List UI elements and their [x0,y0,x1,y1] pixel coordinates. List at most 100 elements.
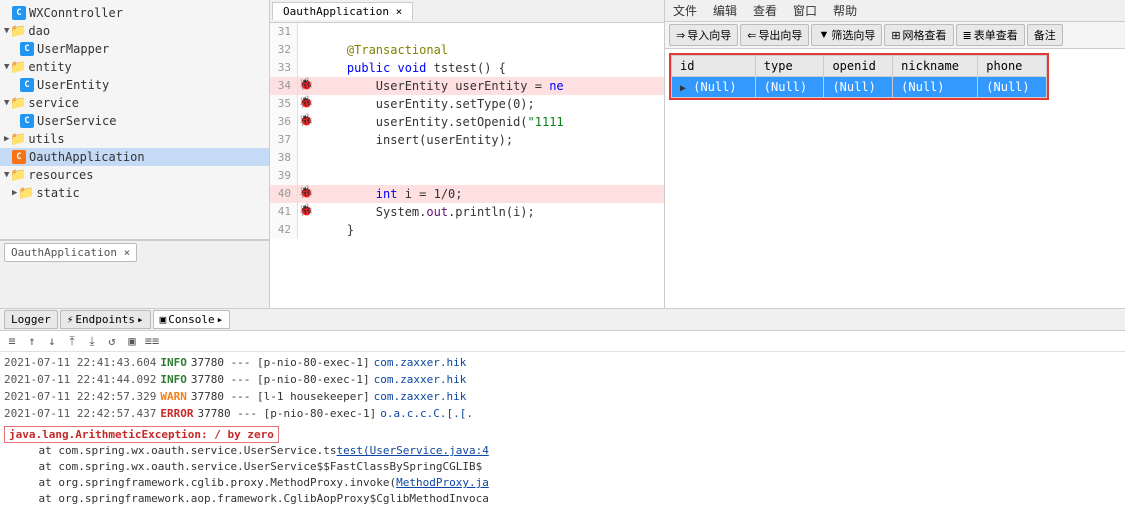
folder-icon: 📁 [11,132,25,146]
tree-item-static[interactable]: ▶ 📁 static [0,184,269,202]
code-line: 31 [270,23,664,41]
file-tree-footer: OauthApplication × [0,240,269,308]
tree-item-dao[interactable]: ▼ 📁 dao [0,22,269,40]
menu-view[interactable]: 查看 [753,2,777,19]
code-line: 37 insert(userEntity); [270,131,664,149]
col-header-openid: openid [824,56,893,77]
arrow-icon: ▶ [12,188,17,198]
log-line: 2021-07-11 22:41:43.604 INFO 37780 --- [… [4,354,1121,371]
tree-label: UserService [37,114,116,128]
class-icon: C [20,114,34,128]
grid-view-button[interactable]: ⊞ 网格查看 [884,24,953,46]
bug-marker-icon: 🐞 [299,95,314,109]
exception-main: java.lang.ArithmeticException: / by zero [4,426,279,443]
tree-item-utils[interactable]: ▶ 📁 utils [0,130,269,148]
menu-window[interactable]: 窗口 [793,2,817,19]
exception-link-2[interactable]: MethodProxy.ja [396,476,489,489]
exception-line: at com.spring.wx.oauth.service.UserServi… [4,443,1121,459]
code-line: 35 🐞 userEntity.setType(0); [270,95,664,113]
console-tab-logger[interactable]: Logger [4,310,58,329]
bug-marker-icon: 🐞 [299,185,314,199]
tree-item-resources[interactable]: ▼ 📁 resources [0,166,269,184]
db-menu-bar: 文件 编辑 查看 窗口 帮助 [665,0,1125,22]
db-table-wrapper: id type openid nickname phone ▶ (Null) (… [669,53,1049,100]
tree-label: UserMapper [37,42,109,56]
tree-item-user-service[interactable]: C UserService [0,112,269,130]
tree-label: service [28,96,79,110]
log-line: 2021-07-11 22:41:44.092 INFO 37780 --- [… [4,371,1121,388]
console-content[interactable]: 2021-07-11 22:41:43.604 INFO 37780 --- [… [0,352,1125,508]
code-line: 34 🐞 UserEntity userEntity = ne [270,77,664,95]
folder-icon: 📁 [11,168,25,182]
tree-label: resources [28,168,93,182]
cell-openid: (Null) [824,77,893,98]
arrow-icon: ▼ [4,170,9,180]
oauth-tab[interactable]: OauthApplication × [4,243,137,262]
code-line: 41 🐞 System.out.println(i); [270,203,664,221]
code-line: 38 [270,149,664,167]
menu-help[interactable]: 帮助 [833,2,857,19]
col-header-id: id [672,56,756,77]
file-tree-panel: C WXConntroller ▼ 📁 dao C UserMapper [0,0,270,308]
filter-wizard-button[interactable]: ▼ 筛选向导 [811,24,882,46]
code-tab-oauth[interactable]: OauthApplication × [272,2,413,20]
tree-label: entity [28,60,71,74]
tree-label: dao [28,24,50,38]
col-header-nickname: nickname [893,56,978,77]
exception-link[interactable]: test(UserService.java:4 [337,444,489,457]
tree-item-service[interactable]: ▼ 📁 service [0,94,269,112]
tree-item-wx-controller[interactable]: C WXConntroller [0,4,269,22]
tree-item-entity[interactable]: ▼ 📁 entity [0,58,269,76]
console-panel: Logger ⚡Endpoints ▸ ▣Console ▸ ≡ ↑ ↓ ⤒ ⤓… [0,308,1125,508]
console-clear-icon[interactable]: ▣ [124,333,140,349]
notes-button[interactable]: 备注 [1027,24,1063,46]
form-view-button[interactable]: ≣ 表单查看 [956,24,1025,46]
console-up-icon[interactable]: ↑ [24,333,40,349]
console-expand-icon: ▸ [217,313,224,326]
menu-edit[interactable]: 编辑 [713,2,737,19]
col-header-type: type [755,56,824,77]
console-toolbar: ≡ ↑ ↓ ⤒ ⤓ ↺ ▣ ≡≡ [0,331,1125,352]
exception-line: at com.spring.wx.oauth.service.UserServi… [4,459,1121,475]
tree-label: UserEntity [37,78,109,92]
import-wizard-button[interactable]: ⇒ 导入向导 [669,24,738,46]
code-content[interactable]: 31 32 @Transactional 33 public void tste… [270,23,664,308]
tree-item-user-entity[interactable]: C UserEntity [0,76,269,94]
console-bottom-icon[interactable]: ⤓ [84,333,100,349]
bug-marker-icon: 🐞 [299,203,314,217]
console-tab-console[interactable]: ▣Console ▸ [153,310,231,329]
console-format-icon[interactable]: ≡≡ [144,333,160,349]
log-line: 2021-07-11 22:42:57.329 WARN 37780 --- [… [4,388,1121,405]
tree-item-oauth-application[interactable]: C OauthApplication [0,148,269,166]
class-icon: C [20,42,34,56]
export-icon: ⇐ [747,29,756,42]
folder-icon: 📁 [11,24,25,38]
code-line: 33 public void tstest() { [270,59,664,77]
console-down-icon[interactable]: ↓ [44,333,60,349]
menu-file[interactable]: 文件 [673,2,697,19]
folder-icon: 📁 [19,186,33,200]
db-panel: 文件 编辑 查看 窗口 帮助 ⇒ 导入向导 ⇐ 导出向导 ▼ 筛选向导 [665,0,1125,308]
export-wizard-button[interactable]: ⇐ 导出向导 [740,24,809,46]
file-tree: C WXConntroller ▼ 📁 dao C UserMapper [0,0,269,240]
db-toolbar: ⇒ 导入向导 ⇐ 导出向导 ▼ 筛选向导 ⊞ 网格查看 ≣ 表单查看 [665,22,1125,49]
class-icon: C [12,150,26,164]
table-row[interactable]: ▶ (Null) (Null) (Null) (Null) (Null) [672,77,1047,98]
console-icon: ▣ [160,313,167,326]
bug-marker-icon: 🐞 [299,77,314,91]
tree-label: static [36,186,79,200]
arrow-icon: ▶ [4,134,9,144]
console-tab-endpoints[interactable]: ⚡Endpoints ▸ [60,310,151,329]
console-menu-icon[interactable]: ≡ [4,333,20,349]
code-line: 42 } [270,221,664,239]
console-refresh-icon[interactable]: ↺ [104,333,120,349]
log-line: 2021-07-11 22:42:57.437 ERROR 37780 --- … [4,405,1121,422]
code-tab-bar: OauthApplication × [270,0,664,23]
oauth-tab-label: OauthApplication × [11,246,130,259]
exception-block: java.lang.ArithmeticException: / by zero… [4,426,1121,508]
tree-item-user-mapper[interactable]: C UserMapper [0,40,269,58]
console-top-icon[interactable]: ⤒ [64,333,80,349]
tree-label: WXConntroller [29,6,123,20]
filter-icon: ▼ [818,29,829,41]
console-tab-bar: Logger ⚡Endpoints ▸ ▣Console ▸ [0,309,1125,331]
